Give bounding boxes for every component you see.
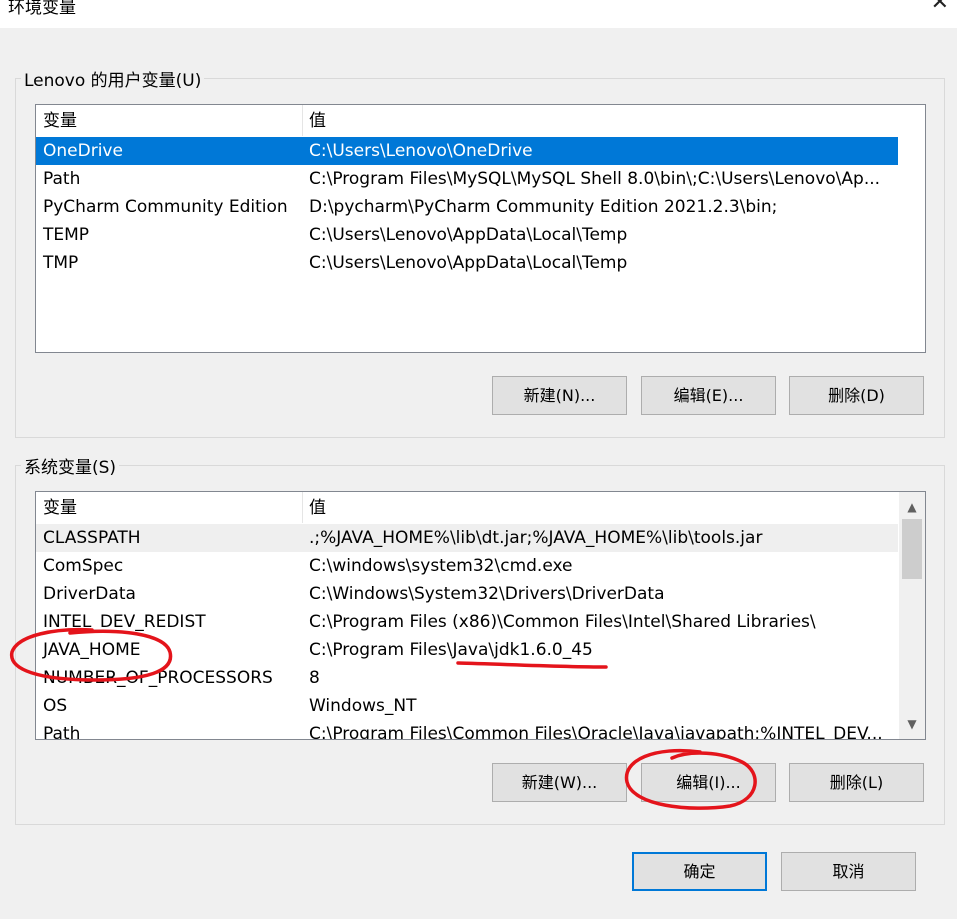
window-title: 环境变量 [8, 0, 76, 18]
row-name: CLASSPATH [43, 528, 141, 548]
row-name: Path [43, 169, 81, 189]
row-name: DriverData [43, 584, 136, 604]
table-row[interactable]: INTEL_DEV_REDIST C:\Program Files (x86)\… [36, 608, 898, 636]
user-edit-button[interactable]: 编辑(E)... [641, 376, 776, 415]
scroll-thumb[interactable] [902, 519, 922, 579]
row-value: C:\Windows\System32\Drivers\DriverData [309, 584, 665, 604]
user-new-button[interactable]: 新建(N)... [492, 376, 627, 415]
table-row[interactable]: JAVA_HOME C:\Program Files\Java\jdk1.6.0… [36, 636, 898, 664]
row-value: .;%JAVA_HOME%\lib\dt.jar;%JAVA_HOME%\lib… [309, 528, 763, 548]
list-header: 变量 值 [36, 105, 925, 137]
table-row[interactable]: NUMBER_OF_PROCESSORS 8 [36, 664, 898, 692]
ok-button[interactable]: 确定 [632, 852, 767, 891]
table-row[interactable]: Path C:\Program Files\Common Files\Oracl… [36, 720, 898, 740]
user-variables-list[interactable]: 变量 值 OneDrive C:\Users\Lenovo\OneDrive P… [35, 104, 926, 353]
column-header-variable[interactable]: 变量 [43, 494, 77, 522]
row-name: NUMBER_OF_PROCESSORS [43, 668, 273, 688]
table-row[interactable]: CLASSPATH .;%JAVA_HOME%\lib\dt.jar;%JAVA… [36, 524, 898, 552]
row-name: INTEL_DEV_REDIST [43, 612, 206, 632]
table-row[interactable]: TEMP C:\Users\Lenovo\AppData\Local\Temp [36, 221, 898, 249]
system-new-button[interactable]: 新建(W)... [492, 763, 627, 802]
title-bar: 环境变量 ✕ [0, 0, 957, 28]
row-value: C:\Program Files\Java\jdk1.6.0_45 [309, 640, 593, 660]
table-row[interactable]: PyCharm Community Edition D:\pycharm\PyC… [36, 193, 898, 221]
scroll-down-icon[interactable]: ▼ [899, 712, 925, 736]
row-value: C:\Users\Lenovo\AppData\Local\Temp [309, 253, 628, 273]
row-name: OneDrive [43, 141, 123, 161]
row-value: 8 [309, 668, 320, 688]
column-header-value[interactable]: 值 [309, 107, 326, 135]
list-header: 变量 值 [36, 492, 925, 524]
system-variables-legend: 系统变量(S) [24, 458, 117, 478]
row-value: C:\windows\system32\cmd.exe [309, 556, 573, 576]
table-row[interactable]: OS Windows_NT [36, 692, 898, 720]
row-name: ComSpec [43, 556, 124, 576]
system-variables-list[interactable]: 变量 值 CLASSPATH .;%JAVA_HOME%\lib\dt.jar;… [35, 491, 926, 740]
close-icon[interactable]: ✕ [931, 0, 949, 15]
row-value: Windows_NT [309, 696, 417, 716]
row-name: Path [43, 724, 81, 740]
cancel-button[interactable]: 取消 [781, 852, 916, 891]
table-row[interactable]: TMP C:\Users\Lenovo\AppData\Local\Temp [36, 249, 898, 277]
row-value: C:\Users\Lenovo\AppData\Local\Temp [309, 225, 628, 245]
table-row[interactable]: Path C:\Program Files\MySQL\MySQL Shell … [36, 165, 898, 193]
row-name: PyCharm Community Edition [43, 197, 288, 217]
table-row[interactable]: DriverData C:\Windows\System32\Drivers\D… [36, 580, 898, 608]
row-name: TEMP [43, 225, 90, 245]
row-value: C:\Program Files\Common Files\Oracle\Jav… [309, 724, 883, 740]
row-value: C:\Users\Lenovo\OneDrive [309, 141, 533, 161]
row-name: JAVA_HOME [43, 640, 141, 660]
column-header-variable[interactable]: 变量 [43, 107, 77, 135]
system-edit-button[interactable]: 编辑(I)... [641, 763, 776, 802]
row-value: C:\Program Files (x86)\Common Files\Inte… [309, 612, 816, 632]
table-row[interactable]: OneDrive C:\Users\Lenovo\OneDrive [36, 137, 898, 165]
table-row[interactable]: ComSpec C:\windows\system32\cmd.exe [36, 552, 898, 580]
row-name: TMP [43, 253, 79, 273]
user-delete-button[interactable]: 删除(D) [789, 376, 924, 415]
system-delete-button[interactable]: 删除(L) [789, 763, 924, 802]
row-value: D:\pycharm\PyCharm Community Edition 202… [309, 197, 778, 217]
row-value: C:\Program Files\MySQL\MySQL Shell 8.0\b… [309, 169, 881, 189]
vertical-scrollbar[interactable]: ▲ ▼ [899, 492, 925, 739]
user-variables-legend: Lenovo 的用户变量(U) [24, 71, 202, 91]
row-name: OS [43, 696, 68, 716]
column-header-value[interactable]: 值 [309, 494, 326, 522]
scroll-up-icon[interactable]: ▲ [899, 495, 925, 519]
